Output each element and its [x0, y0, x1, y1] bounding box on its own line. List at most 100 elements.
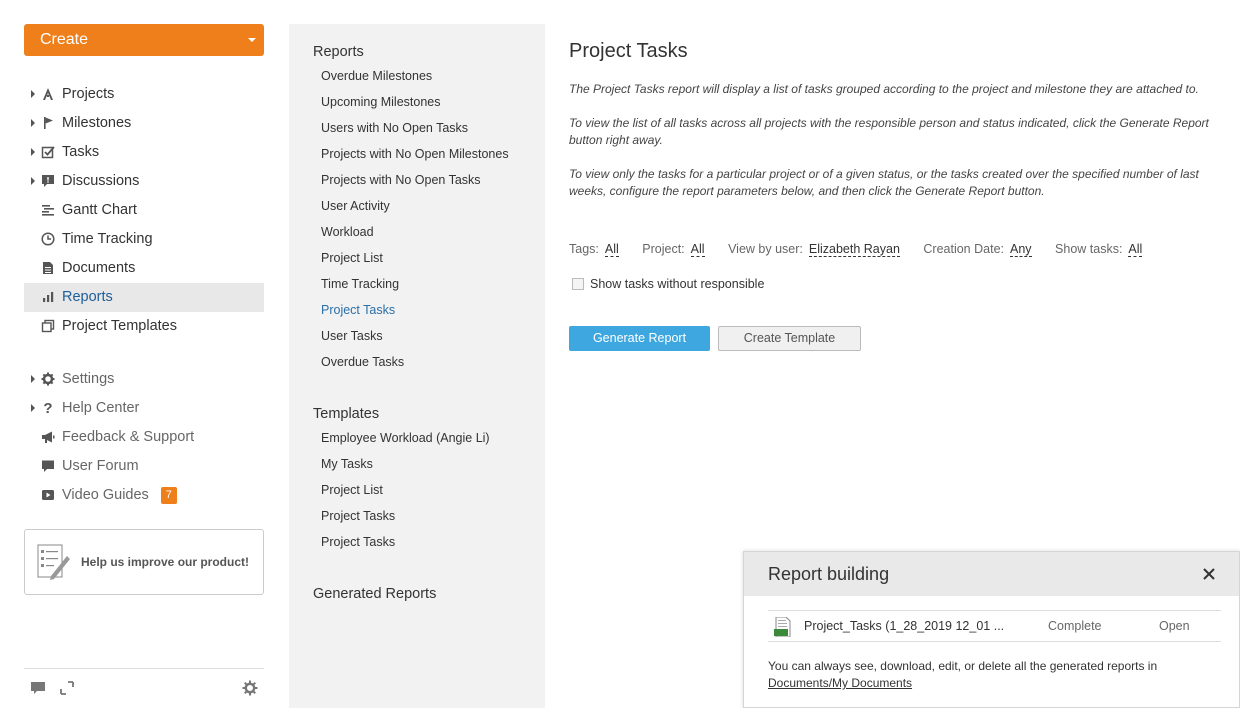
panel-note-text: You can always see, download, edit, or d…	[768, 659, 1158, 673]
sidebar-item-label: Reports	[62, 289, 113, 305]
report-link-overdue-milestones[interactable]: Overdue Milestones	[321, 69, 432, 83]
report-link-time-tracking[interactable]: Time Tracking	[321, 277, 399, 291]
sidebar-item-milestones[interactable]: Milestones	[24, 109, 264, 138]
chat-icon[interactable]	[30, 680, 46, 696]
report-link-project-list[interactable]: Project List	[321, 251, 383, 265]
sidebar-item-reports[interactable]: Reports	[24, 283, 264, 312]
expand-arrow-icon[interactable]	[31, 375, 35, 383]
main-nav: Projects Milestones Tasks Discussions Ga…	[24, 80, 264, 510]
my-documents-link[interactable]: Documents/My Documents	[768, 676, 912, 690]
sidebar-item-user-forum[interactable]: User Forum	[24, 452, 264, 481]
report-link-upcoming-milestones[interactable]: Upcoming Milestones	[321, 95, 441, 109]
report-building-panel: Report building Project_Tasks (1_28_2019…	[743, 551, 1240, 708]
description-paragraph: The Project Tasks report will display a …	[569, 82, 1199, 96]
filter-show-tasks: Show tasks: All	[1055, 242, 1143, 257]
sidebar-item-label: Milestones	[62, 115, 132, 131]
filter-label: Show tasks:	[1055, 242, 1123, 256]
gear-icon[interactable]	[242, 680, 258, 696]
xlsx-file-icon	[774, 617, 791, 637]
question-icon: ?	[43, 399, 53, 417]
sidebar-item-label: Projects	[62, 86, 115, 102]
report-link-users-no-open-tasks[interactable]: Users with No Open Tasks	[321, 121, 468, 135]
template-link[interactable]: My Tasks	[321, 457, 373, 471]
sidebar-item-tasks[interactable]: Tasks	[24, 138, 264, 167]
expand-arrow-icon[interactable]	[31, 119, 35, 127]
report-link-workload[interactable]: Workload	[321, 225, 374, 239]
expand-arrow-icon[interactable]	[31, 90, 35, 98]
projects-icon	[41, 87, 55, 101]
sidebar-item-documents[interactable]: Documents	[24, 254, 264, 283]
sidebar-item-label: Video Guides	[62, 487, 149, 503]
reports-section-title: Reports	[313, 44, 364, 60]
sidebar-item-label: Discussions	[62, 173, 140, 189]
generated-reports-link[interactable]: Generated Reports	[313, 586, 436, 602]
filter-tags: Tags: All	[569, 242, 619, 257]
report-file-name[interactable]: Project_Tasks (1_28_2019 12_01 ...	[804, 619, 1004, 633]
create-button[interactable]: Create	[24, 24, 264, 56]
sidebar-item-feedback-support[interactable]: Feedback & Support	[24, 423, 264, 452]
report-link-project-tasks[interactable]: Project Tasks	[321, 303, 395, 317]
sidebar-item-gantt-chart[interactable]: Gantt Chart	[24, 196, 264, 225]
create-template-button[interactable]: Create Template	[718, 326, 861, 351]
sidebar-item-discussions[interactable]: Discussions	[24, 167, 264, 196]
sidebar-item-video-guides[interactable]: Video Guides 7	[24, 481, 264, 510]
document-icon	[41, 261, 55, 275]
report-link-projects-no-open-tasks[interactable]: Projects with No Open Tasks	[321, 173, 481, 187]
generate-report-button[interactable]: Generate Report	[569, 326, 710, 351]
filter-user-value[interactable]: Elizabeth Rayan	[808, 242, 900, 257]
reports-sub-nav: Reports Overdue Milestones Upcoming Mile…	[289, 24, 545, 708]
filter-project-value[interactable]: All	[690, 242, 705, 257]
report-link-user-tasks[interactable]: User Tasks	[321, 329, 383, 343]
chat-icon	[41, 459, 55, 473]
expand-arrow-icon[interactable]	[31, 177, 35, 185]
sidebar-item-label: Settings	[62, 371, 115, 387]
panel-note: You can always see, download, edit, or d…	[768, 658, 1157, 692]
report-link-projects-no-open-milestones[interactable]: Projects with No Open Milestones	[321, 147, 509, 161]
improve-product-banner[interactable]: Help us improve our product!	[24, 529, 264, 595]
filter-view-by-user: View by user: Elizabeth Rayan	[728, 242, 900, 257]
template-link[interactable]: Project Tasks	[321, 535, 395, 549]
expand-arrow-icon[interactable]	[31, 404, 35, 412]
report-content: Project Tasks The Project Tasks report w…	[569, 40, 1219, 200]
chevron-down-icon[interactable]	[248, 38, 256, 42]
filter-show-value[interactable]: All	[1128, 242, 1143, 257]
sidebar-item-settings[interactable]: Settings	[24, 365, 264, 394]
sidebar-item-project-templates[interactable]: Project Templates	[24, 312, 264, 341]
description-paragraph: To view the list of all tasks across all…	[569, 116, 1209, 147]
sidebar-item-time-tracking[interactable]: Time Tracking	[24, 225, 264, 254]
create-button-label: Create	[40, 31, 89, 48]
survey-icon	[37, 544, 70, 580]
report-link-overdue-tasks[interactable]: Overdue Tasks	[321, 355, 404, 369]
filter-tags-value[interactable]: All	[604, 242, 619, 257]
sidebar-item-help-center[interactable]: ? Help Center	[24, 394, 264, 423]
filter-date-value[interactable]: Any	[1010, 242, 1032, 257]
sidebar-item-label: Documents	[62, 260, 136, 276]
filter-project: Project: All	[642, 242, 705, 257]
video-icon	[41, 488, 55, 502]
template-link[interactable]: Employee Workload (Angie Li)	[321, 431, 490, 445]
video-guides-count-badge: 7	[160, 487, 177, 504]
filter-label: Creation Date:	[923, 242, 1004, 256]
clock-icon	[41, 232, 55, 246]
sidebar-divider	[24, 668, 264, 669]
gear-icon	[41, 372, 55, 386]
improve-product-label: Help us improve our product!	[81, 555, 250, 569]
filter-label: Tags:	[569, 242, 599, 256]
generated-report-row: Project_Tasks (1_28_2019 12_01 ... Compl…	[768, 610, 1221, 642]
checkbox-label: Show tasks without responsible	[590, 277, 765, 291]
show-without-responsible-checkbox[interactable]	[572, 278, 584, 290]
page-title: Project Tasks	[569, 40, 688, 62]
template-link[interactable]: Project List	[321, 483, 383, 497]
template-link[interactable]: Project Tasks	[321, 509, 395, 523]
report-link-user-activity[interactable]: User Activity	[321, 199, 390, 213]
sidebar-item-projects[interactable]: Projects	[24, 80, 264, 109]
panel-header: Report building	[744, 552, 1239, 596]
filter-label: Project:	[642, 242, 685, 256]
left-sidebar: Create Projects Milestones Tasks Discuss…	[0, 0, 288, 708]
report-status: Complete	[1048, 619, 1102, 633]
expand-arrow-icon[interactable]	[31, 148, 35, 156]
close-icon[interactable]	[1202, 567, 1216, 581]
open-report-link[interactable]: Open	[1159, 619, 1190, 633]
expand-icon[interactable]	[59, 680, 75, 696]
